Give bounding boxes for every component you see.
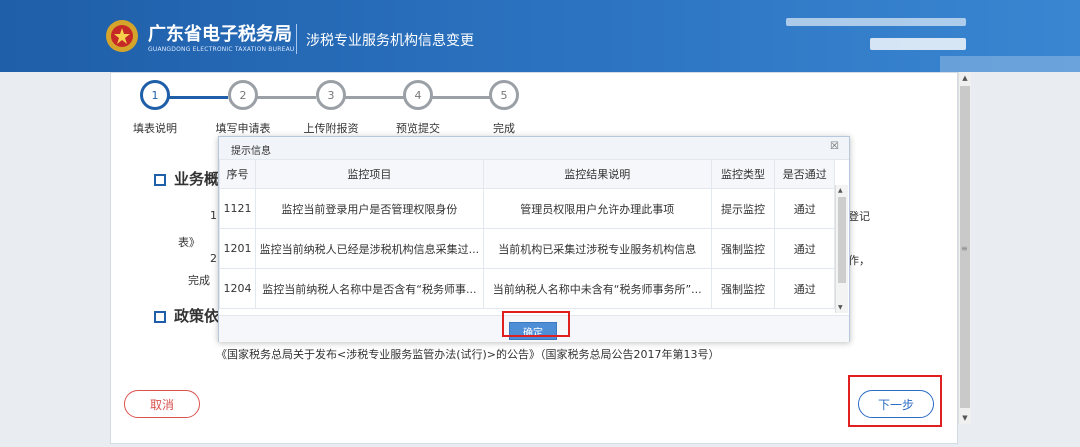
step-4-circle: 4 — [403, 80, 433, 110]
scroll-up-arrow-icon[interactable]: ▲ — [838, 187, 843, 194]
step-1-circle: 1 — [140, 80, 170, 110]
dialog-scrollbar[interactable]: ▲ ▼ — [835, 185, 848, 313]
body-text-fragment: 2 — [210, 252, 217, 265]
cell-passed: 通过 — [774, 268, 835, 309]
table-header-row: 序号 监控项目 监控结果说明 监控类型 是否通过 — [219, 159, 835, 189]
step-connector — [168, 96, 228, 99]
body-text-fragment: 1 — [210, 209, 217, 222]
scroll-down-arrow-icon[interactable]: ▼ — [961, 414, 969, 422]
cell-result: 当前机构已采集过涉税专业服务机构信息 — [482, 228, 712, 269]
cell-item: 监控当前纳税人已经是涉税机构信息采集过... — [254, 228, 484, 269]
step-3-label: 上传附报资 — [303, 122, 359, 135]
brand-title: 广东省电子税务局 — [148, 24, 292, 45]
body-text-fragment: 表》 — [178, 236, 200, 249]
blurred-banner — [940, 56, 1080, 72]
cell-id: 1204 — [219, 268, 256, 309]
step-3-circle: 3 — [316, 80, 346, 110]
table-row[interactable]: 1201 监控当前纳税人已经是涉税机构信息采集过... 当前机构已采集过涉税专业… — [219, 228, 835, 269]
blurred-user-info — [786, 18, 966, 26]
tax-emblem-icon — [106, 20, 138, 52]
page-title: 涉税专业服务机构信息变更 — [306, 33, 474, 49]
cell-id: 1201 — [219, 228, 256, 269]
section-bullet-icon — [154, 174, 166, 186]
cell-result: 当前纳税人名称中未含有“税务师事务所”... — [482, 268, 712, 309]
column-header: 是否通过 — [774, 159, 835, 189]
body-text-fragment: 登记 — [848, 210, 870, 223]
overview-section-title: 业务概 — [174, 170, 220, 188]
header-divider — [296, 24, 297, 54]
step-2-circle: 2 — [228, 80, 258, 110]
cell-type: 提示监控 — [710, 188, 776, 229]
highlight-box — [502, 311, 570, 337]
cell-item: 监控当前纳税人名称中是否含有“税务师事... — [254, 268, 484, 309]
column-header: 监控类型 — [710, 159, 776, 189]
cell-item: 监控当前登录用户是否管理权限身份 — [254, 188, 484, 229]
brand-subtitle: GUANGDONG ELECTRONIC TAXATION BUREAU — [148, 46, 295, 53]
step-5-label: 完成 — [493, 122, 515, 135]
column-header: 监控项目 — [254, 159, 484, 189]
step-5-circle: 5 — [489, 80, 519, 110]
cell-result: 管理员权限用户允许办理此事项 — [482, 188, 712, 229]
cell-type: 强制监控 — [710, 228, 776, 269]
step-1-label: 填表说明 — [133, 122, 177, 135]
monitor-table: 序号 监控项目 监控结果说明 监控类型 是否通过 1121 监控当前登录用户是否… — [219, 159, 835, 309]
highlight-box — [848, 375, 942, 427]
column-header: 监控结果说明 — [482, 159, 712, 189]
body-text-fragment: 完成 — [188, 274, 210, 287]
cell-type: 强制监控 — [710, 268, 776, 309]
cell-id: 1121 — [219, 188, 256, 229]
dialog-header: 提示信息 ☒ — [219, 137, 849, 160]
step-connector — [256, 96, 316, 99]
column-header: 序号 — [219, 159, 256, 189]
section-bullet-icon — [154, 311, 166, 323]
cancel-button[interactable]: 取消 — [124, 390, 200, 418]
step-connector — [344, 96, 404, 99]
scroll-thumb[interactable] — [838, 197, 846, 283]
body-text-fragment: 作， — [848, 254, 870, 267]
policy-section-title: 政策依 — [174, 307, 220, 325]
step-connector — [432, 96, 492, 99]
step-4-label: 预览提交 — [396, 122, 440, 135]
app-header: 广东省电子税务局 GUANGDONG ELECTRONIC TAXATION B… — [0, 0, 1080, 72]
scroll-grip-icon: ≡ — [961, 244, 968, 253]
policy-reference-link[interactable]: 《国家税务总局关于发布<涉税专业服务监管办法(试行)>的公告》（国家税务总局公告… — [216, 346, 720, 362]
close-icon[interactable]: ☒ — [830, 141, 839, 152]
step-2-label: 填写申请表 — [215, 122, 271, 135]
cell-passed: 通过 — [774, 188, 835, 229]
scroll-down-arrow-icon[interactable]: ▼ — [838, 304, 843, 311]
table-row[interactable]: 1204 监控当前纳税人名称中是否含有“税务师事... 当前纳税人名称中未含有“… — [219, 268, 835, 309]
cell-passed: 通过 — [774, 228, 835, 269]
blurred-user-info — [870, 38, 966, 50]
page-scrollbar[interactable]: ▲ ≡ ▼ — [958, 72, 971, 424]
scroll-up-arrow-icon[interactable]: ▲ — [961, 74, 969, 82]
dialog-title: 提示信息 — [231, 146, 271, 157]
table-row[interactable]: 1121 监控当前登录用户是否管理权限身份 管理员权限用户允许办理此事项 提示监… — [219, 188, 835, 229]
